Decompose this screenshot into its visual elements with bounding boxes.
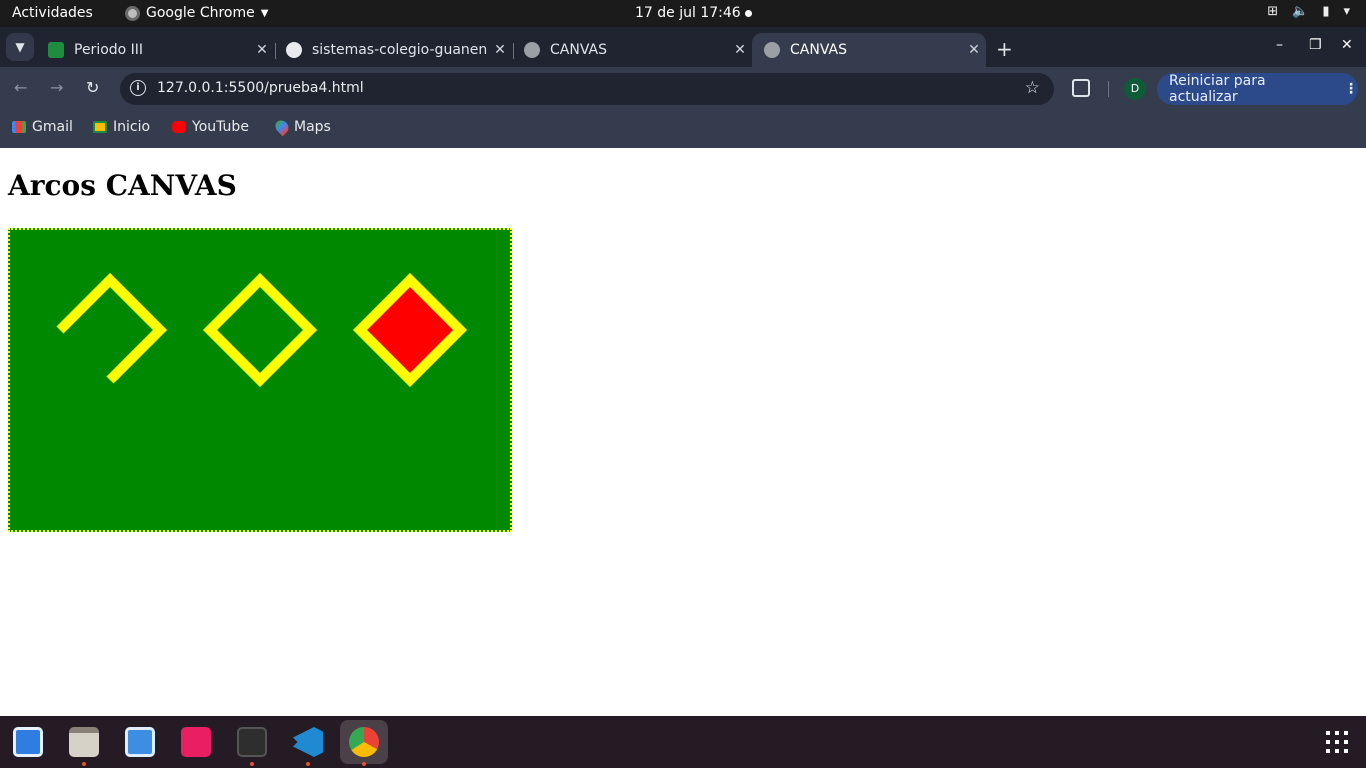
bookmark-gmail[interactable]: Gmail [12,119,73,135]
running-indicator [306,762,310,766]
google-classroom-icon [93,121,107,133]
dock-text-editor[interactable] [6,720,50,764]
dock-terminal[interactable] [230,720,274,766]
close-icon[interactable]: ✕ [488,42,512,58]
chrome-icon [349,727,379,757]
reload-icon[interactable]: ↻ [86,78,99,97]
text-editor-icon [13,727,43,757]
extensions-icon[interactable] [1072,79,1090,97]
tab-periodo[interactable]: Periodo III ✕ [36,33,274,67]
bookmark-label: Gmail [32,119,73,135]
site-info-icon[interactable]: i [130,80,146,96]
tab-canvas-1[interactable]: CANVAS ✕ [512,33,752,67]
tab-label: Periodo III [74,42,144,58]
chevron-down-icon: ▾ [1343,4,1350,19]
system-tray[interactable]: ⊞ 🔈 ▮ ▾ [1267,4,1350,19]
update-label: Reiniciar para actualizar [1169,73,1266,105]
dock-chrome[interactable] [340,720,388,766]
browser-toolbar: ← → ↻ i 127.0.0.1:5500/prueba4.html ☆ D … [0,67,1366,111]
address-bar[interactable]: i 127.0.0.1:5500/prueba4.html ☆ [120,73,1054,105]
image-crop-icon [181,727,211,757]
running-indicator [362,762,366,766]
tab-label: CANVAS [550,42,607,58]
notification-dot-icon [745,10,752,17]
google-classroom-icon [48,42,64,58]
show-apps-grid-icon[interactable] [1326,731,1348,753]
canvas-shapes [56,272,468,388]
more-vert-icon: ⋮ [1344,81,1358,97]
tab-label: CANVAS [790,42,847,58]
close-icon[interactable]: ✕ [728,42,752,58]
web-page: Arcos CANVAS [0,148,1366,716]
chevron-down-icon: ▼ [260,7,269,19]
drawing-canvas [8,228,512,532]
close-window-icon[interactable]: ✕ [1341,37,1353,53]
bookmark-label: Maps [294,119,331,135]
bookmark-star-icon[interactable]: ☆ [1025,78,1040,98]
restore-icon[interactable]: ❐ [1309,37,1322,53]
forward-icon[interactable]: → [50,78,63,97]
youtube-icon [172,121,186,133]
dock-image-tool[interactable] [174,720,218,764]
tab-label: sistemas-colegio-guanen [312,42,488,58]
dock-files[interactable] [62,720,106,766]
volume-icon: 🔈 [1292,4,1309,19]
page-heading: Arcos CANVAS [8,169,237,202]
google-maps-icon [272,117,292,137]
bookmark-label: Inicio [113,119,151,135]
taskbar-dock [0,716,1366,768]
vscode-icon [293,727,323,757]
running-indicator [82,762,86,766]
network-icon: ⊞ [1267,4,1279,19]
app-menu-label: Google Chrome [146,5,255,21]
bookmark-inicio[interactable]: Inicio [93,119,150,135]
tab-strip: ▼ Periodo III ✕ sistemas-colegio-guanen … [0,27,1366,67]
minimize-icon[interactable]: – [1276,37,1283,53]
globe-icon [524,42,540,58]
tab-search-button[interactable]: ▼ [6,33,34,61]
activities-button[interactable]: Actividades [12,5,93,21]
filled-diamond-shape [352,272,468,388]
profile-avatar[interactable]: D [1124,78,1146,100]
chrome-small-icon [125,5,140,21]
new-tab-button[interactable]: + [996,37,1013,61]
files-icon [69,727,99,757]
outline-diamond-shape [202,272,318,388]
toolbar-separator [1108,81,1109,97]
bookmarks-bar: Gmail Inicio YouTube Maps [0,111,1366,148]
bookmark-maps[interactable]: Maps [272,117,331,137]
app-menu[interactable]: Google Chrome ▼ [125,5,268,21]
close-icon[interactable]: ✕ [250,42,274,58]
close-icon[interactable]: ✕ [962,42,986,58]
tab-canvas-2[interactable]: CANVAS ✕ [752,33,986,67]
github-icon [286,42,302,58]
gmail-icon [12,121,26,133]
bookmark-label: YouTube [192,119,249,135]
open-diamond-shape [56,272,168,384]
url-text[interactable]: 127.0.0.1:5500/prueba4.html [157,80,364,96]
tab-github[interactable]: sistemas-colegio-guanen ✕ [274,33,512,67]
terminal-icon [237,727,267,757]
dock-vscode[interactable] [286,720,330,766]
battery-icon: ▮ [1322,4,1330,19]
gnome-top-bar: Actividades Google Chrome ▼ 17 de jul 17… [0,0,1366,27]
running-indicator [250,762,254,766]
system-monitor-icon [125,727,155,757]
chevron-down-icon: ▼ [15,40,25,54]
dock-system-monitor[interactable] [118,720,162,764]
back-icon[interactable]: ← [14,78,27,97]
restart-to-update-button[interactable]: Reiniciar para actualizar ⋮ [1157,73,1358,105]
bookmark-youtube[interactable]: YouTube [172,119,249,135]
globe-icon [764,42,780,58]
clock[interactable]: 17 de jul 17:46 [635,5,741,21]
